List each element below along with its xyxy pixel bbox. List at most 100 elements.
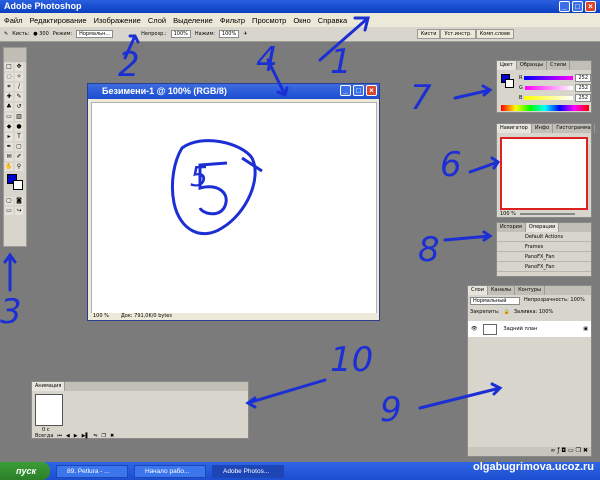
tab-swatches[interactable]: Образцы bbox=[517, 61, 548, 70]
visibility-eye-icon[interactable]: 👁 bbox=[471, 326, 477, 332]
tab-channels[interactable]: Каналы bbox=[488, 286, 516, 295]
delete-frame-icon[interactable]: ✖ bbox=[110, 433, 114, 439]
channel-value[interactable]: 252 bbox=[575, 74, 591, 82]
brush-preset[interactable]: ● 300 bbox=[33, 31, 49, 37]
next-frame-icon[interactable]: ▶▌ bbox=[82, 433, 90, 439]
quickmask-icon[interactable]: ◙ bbox=[15, 197, 23, 205]
blend-mode-select[interactable]: Нормальный bbox=[470, 297, 520, 305]
new-layer-icon[interactable]: ❐ bbox=[576, 447, 581, 454]
maximize-icon[interactable]: □ bbox=[572, 1, 583, 12]
color-bg-swatch[interactable] bbox=[505, 79, 514, 88]
brush-tool-icon[interactable]: ✎ bbox=[4, 31, 8, 37]
lock-icon[interactable]: 🔒 bbox=[504, 309, 510, 315]
document-canvas[interactable] bbox=[91, 102, 377, 315]
color-swatches[interactable] bbox=[4, 172, 26, 196]
pen-tool-icon[interactable]: ✒ bbox=[5, 143, 13, 151]
animation-frame[interactable] bbox=[35, 394, 63, 426]
fill-value[interactable]: Заливка: 100% bbox=[514, 309, 553, 315]
channel-value[interactable]: 252 bbox=[575, 94, 591, 102]
brush-tool-icon[interactable]: ✎ bbox=[15, 93, 23, 101]
prev-frame-icon[interactable]: ◀ bbox=[66, 433, 70, 439]
blur-tool-icon[interactable]: ◆ bbox=[5, 123, 13, 131]
tween-icon[interactable]: ⇋ bbox=[93, 433, 97, 439]
doc-close-icon[interactable]: × bbox=[366, 85, 377, 96]
screen-mode-icon[interactable]: ▭ bbox=[5, 207, 13, 215]
tab-brushes[interactable]: Кисти bbox=[416, 29, 441, 39]
slider-row[interactable]: R 252 bbox=[519, 73, 591, 83]
history-brush-icon[interactable]: ↺ bbox=[15, 103, 23, 111]
menu-image[interactable]: Изображение bbox=[94, 16, 141, 25]
slider-row[interactable]: G 252 bbox=[519, 83, 591, 93]
background-color[interactable] bbox=[13, 180, 23, 190]
first-frame-icon[interactable]: ⏮ bbox=[57, 433, 62, 439]
move-tool-icon[interactable]: ✥ bbox=[15, 63, 23, 71]
minimize-icon[interactable]: _ bbox=[559, 1, 570, 12]
notes-tool-icon[interactable]: ✉ bbox=[5, 153, 13, 161]
doc-minimize-icon[interactable]: _ bbox=[340, 85, 351, 96]
tab-layer-comps[interactable]: Комп.слоев bbox=[475, 29, 514, 39]
loop-select[interactable]: Всегда bbox=[35, 433, 53, 439]
slider-track[interactable] bbox=[524, 86, 574, 90]
opacity-input[interactable]: 100% bbox=[170, 30, 191, 38]
eyedropper-icon[interactable]: ✐ bbox=[15, 153, 23, 161]
taskbar-item[interactable]: Начало рабо... bbox=[134, 464, 206, 478]
channel-value[interactable]: 252 bbox=[575, 84, 591, 92]
tab-info[interactable]: Инфо bbox=[532, 124, 554, 133]
mode-select[interactable]: Нормальн... bbox=[76, 30, 114, 38]
menu-help[interactable]: Справка bbox=[318, 16, 347, 25]
slice-tool-icon[interactable]: / bbox=[15, 83, 23, 91]
close-icon[interactable]: × bbox=[585, 1, 596, 12]
action-item[interactable]: PanoFX_Fan bbox=[497, 252, 591, 262]
slider-row[interactable]: B 252 bbox=[519, 93, 591, 103]
slider-track[interactable] bbox=[524, 76, 574, 80]
dodge-tool-icon[interactable]: ● bbox=[15, 123, 23, 131]
hand-tool-icon[interactable]: ✋ bbox=[5, 163, 13, 171]
navigator-preview[interactable] bbox=[500, 137, 588, 210]
tab-histogram[interactable]: Гистограмма bbox=[553, 124, 595, 133]
delete-layer-icon[interactable]: ✖ bbox=[583, 447, 588, 454]
airbrush-icon[interactable]: ✈ bbox=[243, 31, 247, 37]
color-ramp[interactable] bbox=[501, 105, 589, 111]
slider-track[interactable] bbox=[524, 96, 574, 100]
lasso-tool-icon[interactable]: ◌ bbox=[5, 73, 13, 81]
tab-tool-presets[interactable]: Уст.инстр. bbox=[440, 29, 476, 39]
navigator-zoom-slider[interactable] bbox=[519, 213, 575, 215]
menu-edit[interactable]: Редактирование bbox=[29, 16, 86, 25]
eraser-tool-icon[interactable]: ▭ bbox=[5, 113, 13, 121]
play-icon[interactable]: ▶ bbox=[74, 433, 78, 439]
shape-tool-icon[interactable]: ▢ bbox=[15, 143, 23, 151]
type-tool-icon[interactable]: T bbox=[15, 133, 23, 141]
action-item[interactable]: Default Actions bbox=[497, 232, 591, 242]
taskbar-item-active[interactable]: Adobe Photos... bbox=[212, 464, 284, 478]
wand-tool-icon[interactable]: ✧ bbox=[15, 73, 23, 81]
marquee-tool-icon[interactable]: □ bbox=[5, 63, 13, 71]
standard-mode-icon[interactable]: ▢ bbox=[5, 197, 13, 205]
crop-tool-icon[interactable]: ⌗ bbox=[5, 83, 13, 91]
tab-color[interactable]: Цвет bbox=[497, 61, 517, 70]
add-style-icon[interactable]: ƒ bbox=[557, 447, 559, 454]
tab-layers[interactable]: Слои bbox=[468, 286, 488, 295]
imageready-icon[interactable]: ↪ bbox=[15, 207, 23, 215]
tab-actions[interactable]: Операции bbox=[525, 223, 560, 232]
tab-navigator[interactable]: Навигатор bbox=[497, 124, 532, 133]
menu-filter[interactable]: Фильтр bbox=[220, 16, 245, 25]
zoom-tool-icon[interactable]: ⚲ bbox=[15, 163, 23, 171]
navigator-zoom[interactable]: 100 % bbox=[500, 211, 516, 217]
add-mask-icon[interactable]: ◘ bbox=[561, 447, 566, 454]
layer-opacity[interactable]: Непрозрачность: 100% bbox=[524, 297, 585, 305]
tab-animation[interactable]: Анимация bbox=[32, 382, 66, 391]
path-select-icon[interactable]: ▸ bbox=[5, 133, 13, 141]
doc-zoom[interactable]: 100 % bbox=[93, 313, 109, 320]
gradient-tool-icon[interactable]: ▥ bbox=[15, 113, 23, 121]
taskbar-item[interactable]: 89. Petlura - ... bbox=[56, 464, 128, 478]
flow-input[interactable]: 100% bbox=[218, 30, 240, 38]
menu-select[interactable]: Выделение bbox=[173, 16, 213, 25]
tab-styles[interactable]: Стили bbox=[547, 61, 571, 70]
new-set-icon[interactable]: ▭ bbox=[568, 447, 574, 454]
menu-file[interactable]: Файл bbox=[4, 16, 22, 25]
layer-row[interactable]: 👁 Задний план ▣ bbox=[468, 321, 591, 337]
link-icon[interactable]: ∞ bbox=[550, 447, 555, 454]
tab-paths[interactable]: Контуры bbox=[515, 286, 545, 295]
stamp-tool-icon[interactable]: ♣ bbox=[5, 103, 13, 111]
action-item[interactable]: PanoFX_Fan bbox=[497, 262, 591, 272]
